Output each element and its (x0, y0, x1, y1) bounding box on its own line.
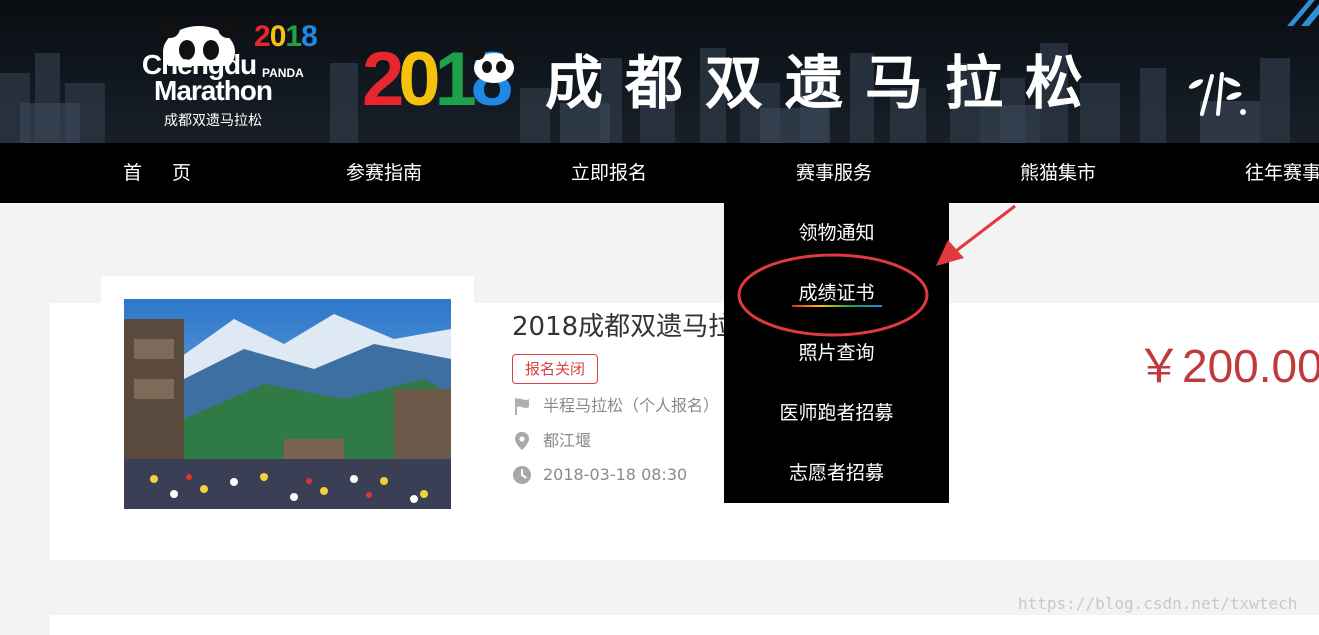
site-logo[interactable]: 2018 PANDA Chengdu Marathon 成都双遗马拉松 (126, 16, 326, 134)
dropdown-item-label: 成绩证书 (798, 282, 875, 304)
event-card-next (50, 615, 1319, 635)
datetime-row: 2018-03-18 08:30 (512, 463, 752, 487)
logo-subtitle: 成都双遗马拉松 (164, 113, 262, 129)
event-title[interactable]: 2018成都双遗马拉松 (512, 306, 724, 343)
nav-item-home[interactable]: 首页 (123, 143, 221, 203)
corner-stripe-decoration (1287, 0, 1319, 26)
event-price: ￥200.00 (1136, 340, 1319, 392)
location-row: 都江堰 (512, 429, 712, 453)
nav-item-past-events[interactable]: 往年赛事 (1245, 143, 1319, 203)
main-navigation: 首页 参赛指南 立即报名 赛事服务 熊猫集市 往年赛事 (0, 143, 1319, 203)
race-type-text: 半程马拉松（个人报名） (543, 396, 720, 415)
panda-face-icon (471, 46, 517, 83)
clock-icon (513, 466, 531, 484)
flag-icon (515, 398, 529, 415)
location-text: 都江堰 (543, 431, 592, 450)
nav-item-register[interactable]: 立即报名 (571, 143, 647, 203)
dropdown-item-pickup-notice[interactable]: 领物通知 (724, 203, 949, 263)
dropdown-item-doctor-runner-recruit[interactable]: 医师跑者招募 (724, 383, 949, 443)
logo-year: 2018 (254, 20, 318, 53)
dropdown-item-photo-search[interactable]: 照片查询 (724, 323, 949, 383)
header-banner: 2018 PANDA Chengdu Marathon 成都双遗马拉松 2018… (0, 0, 1319, 143)
status-badge: 报名关闭 (512, 354, 599, 384)
banner-title: 成都双遗马拉松 (545, 49, 1106, 117)
logo-name: Chengdu Marathon (141, 49, 273, 106)
nav-item-guide[interactable]: 参赛指南 (346, 143, 422, 203)
active-underline (792, 305, 882, 307)
bamboo-icon (1188, 72, 1246, 116)
location-pin-icon (515, 432, 529, 450)
datetime-text: 2018-03-18 08:30 (543, 465, 688, 484)
nav-item-panda-market[interactable]: 熊猫集市 (1020, 143, 1096, 203)
dropdown-item-result-certificate[interactable]: 成绩证书 (724, 263, 949, 323)
dropdown-item-volunteer-recruit[interactable]: 志愿者招募 (724, 443, 949, 503)
event-photo[interactable] (124, 299, 451, 509)
watermark: https://blog.csdn.net/txwtech (1018, 594, 1298, 613)
nav-item-services[interactable]: 赛事服务 (796, 143, 872, 203)
race-type-row: 半程马拉松（个人报名） (512, 394, 752, 418)
services-dropdown-menu: 领物通知 成绩证书 照片查询 医师跑者招募 志愿者招募 (724, 203, 949, 503)
